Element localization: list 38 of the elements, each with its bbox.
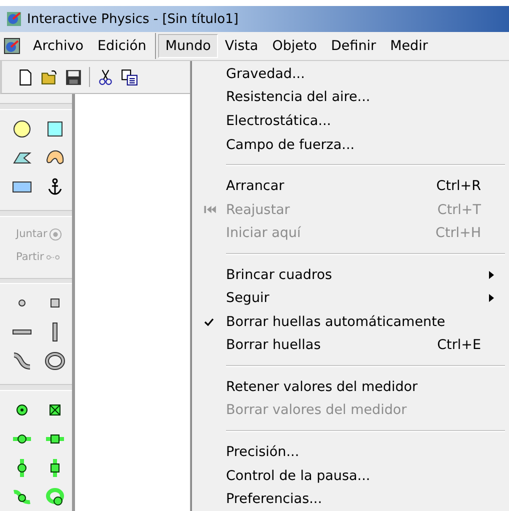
menu-item[interactable]: Seguir bbox=[226, 290, 489, 306]
menu-item[interactable]: Brincar cuadros bbox=[226, 266, 489, 283]
menu-item[interactable]: Gravedad... bbox=[226, 66, 489, 82]
menu-title[interactable]: Mundo bbox=[158, 34, 218, 58]
new-file-icon[interactable] bbox=[17, 68, 34, 86]
save-icon[interactable] bbox=[65, 68, 82, 86]
palette-handle[interactable] bbox=[0, 103, 72, 110]
app-icon bbox=[6, 11, 22, 27]
menu-title[interactable]: Vista bbox=[218, 34, 266, 58]
closed-slot-joint-icon[interactable] bbox=[45, 487, 65, 507]
open-folder-icon[interactable] bbox=[41, 68, 58, 86]
menu-title[interactable]: Objeto bbox=[265, 34, 324, 58]
copy-icon[interactable] bbox=[121, 68, 138, 86]
menu-item[interactable]: Retener valores del medidor bbox=[226, 378, 489, 395]
menu-item[interactable]: Campo de fuerza... bbox=[226, 136, 489, 153]
window-title: Interactive Physics - [Sin título1] bbox=[27, 12, 238, 26]
menu-title[interactable]: Definir bbox=[324, 34, 384, 58]
curved-slot-joint-icon[interactable] bbox=[12, 487, 32, 507]
closed-slot-icon[interactable] bbox=[45, 351, 65, 372]
curved-slot-icon[interactable] bbox=[12, 351, 32, 372]
circle-tool-icon[interactable] bbox=[12, 118, 32, 139]
pin-joint-icon bbox=[49, 228, 62, 240]
split-joint-icon bbox=[46, 253, 60, 260]
menu-item[interactable]: Borrar huellas Ctrl+E bbox=[226, 337, 489, 354]
cut-icon[interactable] bbox=[97, 68, 114, 86]
menu-item[interactable]: Resistencia del aire... bbox=[226, 89, 489, 106]
menu-item[interactable]: Arrancar Ctrl+R bbox=[226, 178, 489, 194]
menu-item[interactable]: Electrostática... bbox=[226, 112, 489, 129]
menu-title[interactable]: Medir bbox=[383, 34, 435, 58]
square-tool-icon[interactable] bbox=[45, 118, 65, 139]
menu-item[interactable]: Control de la pausa... bbox=[226, 468, 489, 484]
menu-title[interactable]: Archivo bbox=[26, 34, 90, 58]
menu-title[interactable]: Edición bbox=[90, 34, 154, 58]
menu-item[interactable]: Preferencias... bbox=[226, 491, 489, 508]
rewind-icon bbox=[204, 205, 216, 214]
menu-item[interactable]: Borrar huellas automáticamente bbox=[226, 314, 489, 330]
menu-item[interactable]: Precisión... bbox=[226, 444, 489, 460]
document-icon[interactable] bbox=[4, 38, 20, 54]
